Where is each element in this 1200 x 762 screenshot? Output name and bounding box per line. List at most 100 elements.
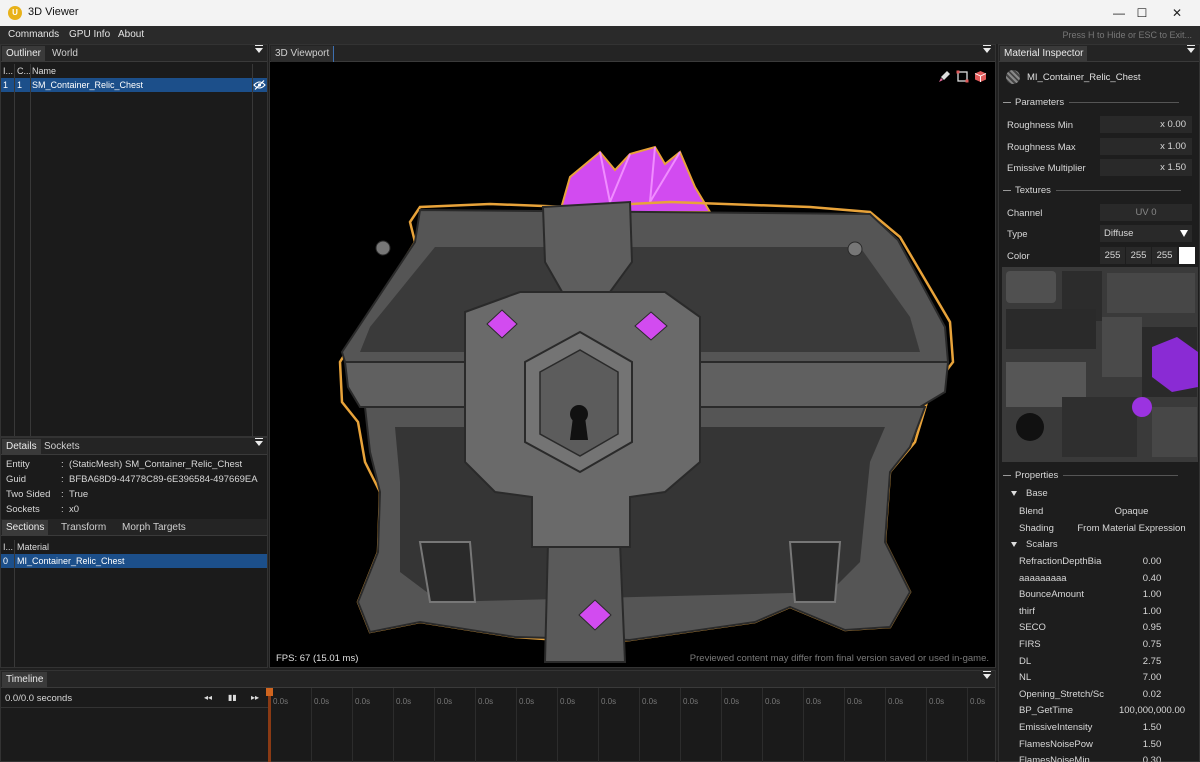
details-menu-icon[interactable] (255, 438, 263, 446)
tab-morph-targets[interactable]: Morph Targets (118, 520, 190, 536)
lock-hexagon-inner (539, 349, 619, 457)
scalars-group-label[interactable]: Scalars (1026, 539, 1058, 550)
menu-about[interactable]: About (118, 29, 144, 40)
foot-ornament (788, 541, 842, 603)
textures-header: Textures (1003, 185, 1181, 196)
scalar-value[interactable]: 0.75 (1112, 639, 1192, 650)
row-material: MI_Container_Relic_Chest (17, 556, 125, 566)
timeline-tick-label: 0.0s (314, 697, 330, 706)
rewind-button[interactable]: ◂◂ (204, 693, 212, 702)
details-subtabbar: Sections Transform Morph Targets (1, 519, 267, 536)
eye-hidden-icon[interactable] (253, 80, 266, 90)
timeline-tick (311, 688, 312, 762)
timeline-tick-label: 0.0s (355, 697, 371, 706)
color-swatch[interactable] (1179, 247, 1195, 264)
scalar-key: SECO (1019, 622, 1046, 634)
scalar-value[interactable]: 0.02 (1112, 689, 1192, 700)
detail-value: (StaticMesh) SM_Container_Relic_Chest (69, 459, 243, 470)
timeline-menu-icon[interactable] (983, 671, 991, 679)
scalar-value[interactable]: 1.00 (1112, 606, 1192, 617)
color-b-field[interactable]: 255 (1152, 247, 1177, 264)
base-group-label[interactable]: Base (1026, 488, 1048, 499)
roughness-max-field[interactable]: x 1.00 (1100, 138, 1192, 155)
timeline-tabbar: Timeline (1, 671, 995, 688)
scalar-value[interactable]: 100,000,000.00 (1112, 705, 1192, 716)
scalar-value[interactable]: 0.95 (1112, 622, 1192, 633)
tab-sections[interactable]: Sections (2, 520, 49, 536)
pause-button[interactable]: ▮▮ (228, 693, 237, 702)
tab-world[interactable]: World (48, 46, 82, 62)
column-index[interactable]: I... (3, 542, 13, 552)
property-value[interactable]: From Material Expression (1074, 523, 1189, 534)
roughness-min-field[interactable]: x 0.00 (1100, 116, 1192, 133)
tab-transform[interactable]: Transform (57, 520, 110, 536)
chevron-down-icon[interactable] (1011, 491, 1017, 496)
scalar-value[interactable]: 1.00 (1112, 589, 1192, 600)
detail-value: True (69, 489, 89, 500)
column-name[interactable]: Name (32, 66, 56, 76)
viewport-menu-icon[interactable] (983, 45, 991, 53)
scalar-key: DL (1019, 655, 1032, 667)
material-sphere-icon (1006, 70, 1020, 84)
timeline-tick (680, 688, 681, 762)
menu-gpu-info[interactable]: GPU Info (69, 29, 110, 40)
table-row[interactable]: 1 1 SM_Container_Relic_Chest (1, 78, 267, 92)
inspector-menu-icon[interactable] (1187, 45, 1195, 53)
timeline-tick (475, 688, 476, 762)
properties-header: Properties (1003, 470, 1179, 481)
timeline-tick-label: 0.0s (970, 697, 986, 706)
tab-timeline[interactable]: Timeline (2, 672, 48, 688)
tab-sockets[interactable]: Sockets (40, 439, 84, 455)
menu-bar: Commands GPU Info About Press H to Hide … (0, 26, 1200, 44)
scalar-key: BP_GetTime (1019, 705, 1074, 717)
app-logo-icon: U (8, 6, 22, 20)
detail-key: Entity (6, 459, 30, 470)
type-select[interactable]: Diffuse (1100, 225, 1192, 242)
tab-3d-viewport[interactable]: 3D Viewport (271, 46, 335, 62)
menu-commands[interactable]: Commands (8, 29, 59, 40)
timeline-tick (598, 688, 599, 762)
timeline-track[interactable]: 0.0s 0.0s 0.0s 0.0s 0.0s 0.0s 0.0s 0.0s 0.0s 0.0s… (266, 688, 995, 762)
scalar-value[interactable]: 7.00 (1112, 672, 1192, 683)
scalar-value[interactable]: 0.40 (1112, 573, 1192, 584)
texture-preview (1002, 267, 1198, 462)
playhead-handle[interactable] (266, 688, 273, 696)
timeline-tick (639, 688, 640, 762)
viewport-canvas[interactable]: FPS: 67 (15.01 ms) Previewed content may… (270, 62, 995, 667)
tab-outliner[interactable]: Outliner (2, 46, 46, 62)
fps-counter: FPS: 67 (15.01 ms) (276, 653, 359, 664)
chevron-down-icon[interactable] (1011, 542, 1017, 547)
close-button[interactable]: ✕ (1154, 0, 1200, 26)
forward-button[interactable]: ▸▸ (251, 693, 259, 702)
scalar-value[interactable]: 0.00 (1112, 556, 1192, 567)
tab-details[interactable]: Details (2, 439, 41, 455)
scalar-key: BounceAmount (1019, 589, 1084, 601)
timeline-tick-label: 0.0s (601, 697, 617, 706)
channel-label: Channel (1007, 208, 1043, 219)
timeline-time: 0.0/0.0 seconds (5, 693, 73, 704)
detail-sep: : (61, 459, 64, 470)
timeline-tick (762, 688, 763, 762)
table-row[interactable]: 0 MI_Container_Relic_Chest (1, 554, 267, 568)
timeline-tick (803, 688, 804, 762)
color-r-field[interactable]: 255 (1100, 247, 1125, 264)
scalar-value[interactable]: 2.75 (1112, 656, 1192, 667)
playhead[interactable] (268, 688, 271, 762)
scalar-row: thirf 1.00 (1009, 604, 1189, 620)
outliner-header-row: I... C... Name (1, 64, 267, 78)
column-count[interactable]: C... (17, 66, 31, 76)
scalar-key: RefractionDepthBia (1019, 556, 1102, 567)
details-panel: Details Sockets Entity : (StaticMesh) SM… (0, 437, 268, 668)
channel-field[interactable]: UV 0 (1100, 204, 1192, 221)
column-material[interactable]: Material (17, 542, 49, 552)
column-index[interactable]: I... (3, 66, 13, 76)
row-index: 0 (3, 556, 9, 566)
tab-material-inspector[interactable]: Material Inspector (1000, 46, 1088, 62)
scalar-value[interactable]: 1.50 (1112, 739, 1192, 750)
scalar-value[interactable]: 1.50 (1112, 722, 1192, 733)
property-value[interactable]: Opaque (1074, 506, 1189, 517)
outliner-menu-icon[interactable] (255, 45, 263, 53)
scalar-value[interactable]: 0.30 (1112, 755, 1192, 762)
color-g-field[interactable]: 255 (1126, 247, 1151, 264)
emissive-multiplier-field[interactable]: x 1.50 (1100, 159, 1192, 176)
